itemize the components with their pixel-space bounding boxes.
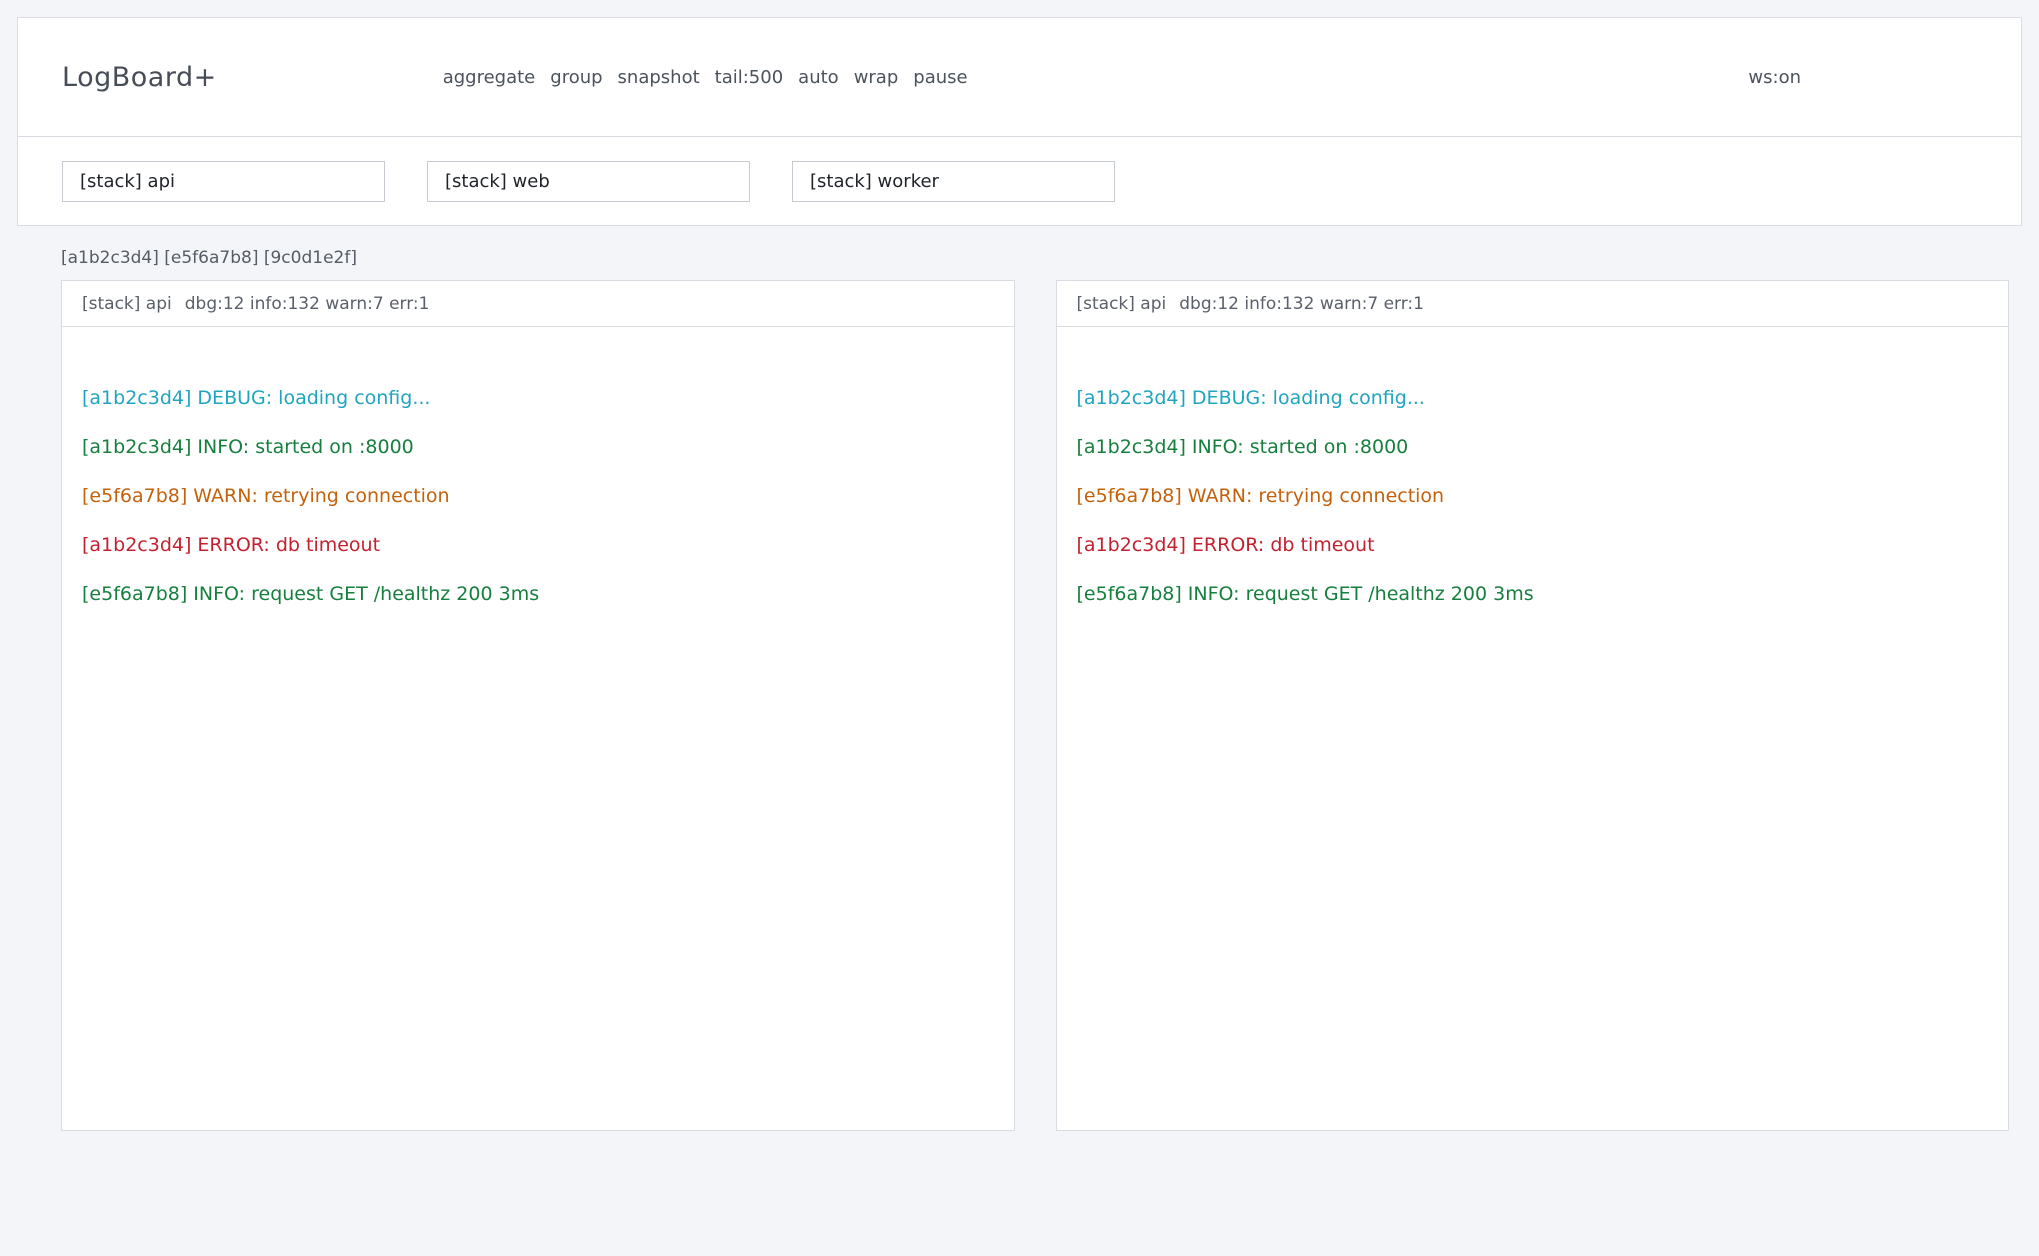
toolbar-item-aggregate[interactable]: aggregate	[443, 67, 536, 88]
toolbar-item-group[interactable]: group	[550, 67, 602, 88]
log-line: [e5f6a7b8] INFO: request GET /healthz 20…	[1077, 570, 1999, 619]
log-line: [a1b2c3d4] DEBUG: loading config...	[1077, 374, 1999, 423]
toolbar: aggregate group snapshot tail:500 auto w…	[443, 67, 968, 88]
log-panel-right: [stack] api dbg:12 info:132 warn:7 err:1…	[1056, 280, 2010, 1131]
app-title: LogBoard+	[62, 62, 217, 93]
toolbar-item-snapshot[interactable]: snapshot	[618, 67, 700, 88]
log-line: [a1b2c3d4] INFO: started on :8000	[82, 423, 1004, 472]
toolbar-item-wrap[interactable]: wrap	[854, 67, 899, 88]
toolbar-item-auto[interactable]: auto	[798, 67, 839, 88]
stack-filter-web[interactable]: [stack] web	[427, 161, 750, 202]
stack-filter-worker[interactable]: [stack] worker	[792, 161, 1115, 202]
log-line: [e5f6a7b8] WARN: retrying connection	[82, 472, 1004, 521]
panel-header: [stack] api dbg:12 info:132 warn:7 err:1	[1057, 281, 2009, 327]
stack-filter-api[interactable]: [stack] api	[62, 161, 385, 202]
log-line: [a1b2c3d4] ERROR: db timeout	[82, 521, 1004, 570]
log-line: [a1b2c3d4] INFO: started on :8000	[1077, 423, 1999, 472]
log-body[interactable]: [a1b2c3d4] DEBUG: loading config... [a1b…	[62, 327, 1014, 1130]
toolbar-item-tail[interactable]: tail:500	[715, 67, 784, 88]
log-line: [e5f6a7b8] WARN: retrying connection	[1077, 472, 1999, 521]
log-line: [a1b2c3d4] ERROR: db timeout	[1077, 521, 1999, 570]
panel-stats: dbg:12 info:132 warn:7 err:1	[1179, 294, 1424, 314]
log-panels: [stack] api dbg:12 info:132 warn:7 err:1…	[61, 280, 2009, 1131]
panel-stats: dbg:12 info:132 warn:7 err:1	[185, 294, 430, 314]
topbar-title-row: LogBoard+ aggregate group snapshot tail:…	[18, 18, 2021, 136]
ws-status: ws:on	[1748, 67, 1801, 88]
toolbar-item-pause[interactable]: pause	[913, 67, 967, 88]
panel-title: [stack] api	[82, 294, 172, 314]
log-line: [a1b2c3d4] DEBUG: loading config...	[82, 374, 1004, 423]
log-line: [e5f6a7b8] INFO: request GET /healthz 20…	[82, 570, 1004, 619]
log-panel-left: [stack] api dbg:12 info:132 warn:7 err:1…	[61, 280, 1015, 1131]
stack-filter-row: [stack] api [stack] web [stack] worker	[18, 136, 2021, 225]
log-body[interactable]: [a1b2c3d4] DEBUG: loading config... [a1b…	[1057, 327, 2009, 1130]
trace-ids: [a1b2c3d4] [e5f6a7b8] [9c0d1e2f]	[61, 248, 2039, 268]
panel-title: [stack] api	[1077, 294, 1167, 314]
topbar: LogBoard+ aggregate group snapshot tail:…	[17, 17, 2022, 226]
panel-header: [stack] api dbg:12 info:132 warn:7 err:1	[62, 281, 1014, 327]
